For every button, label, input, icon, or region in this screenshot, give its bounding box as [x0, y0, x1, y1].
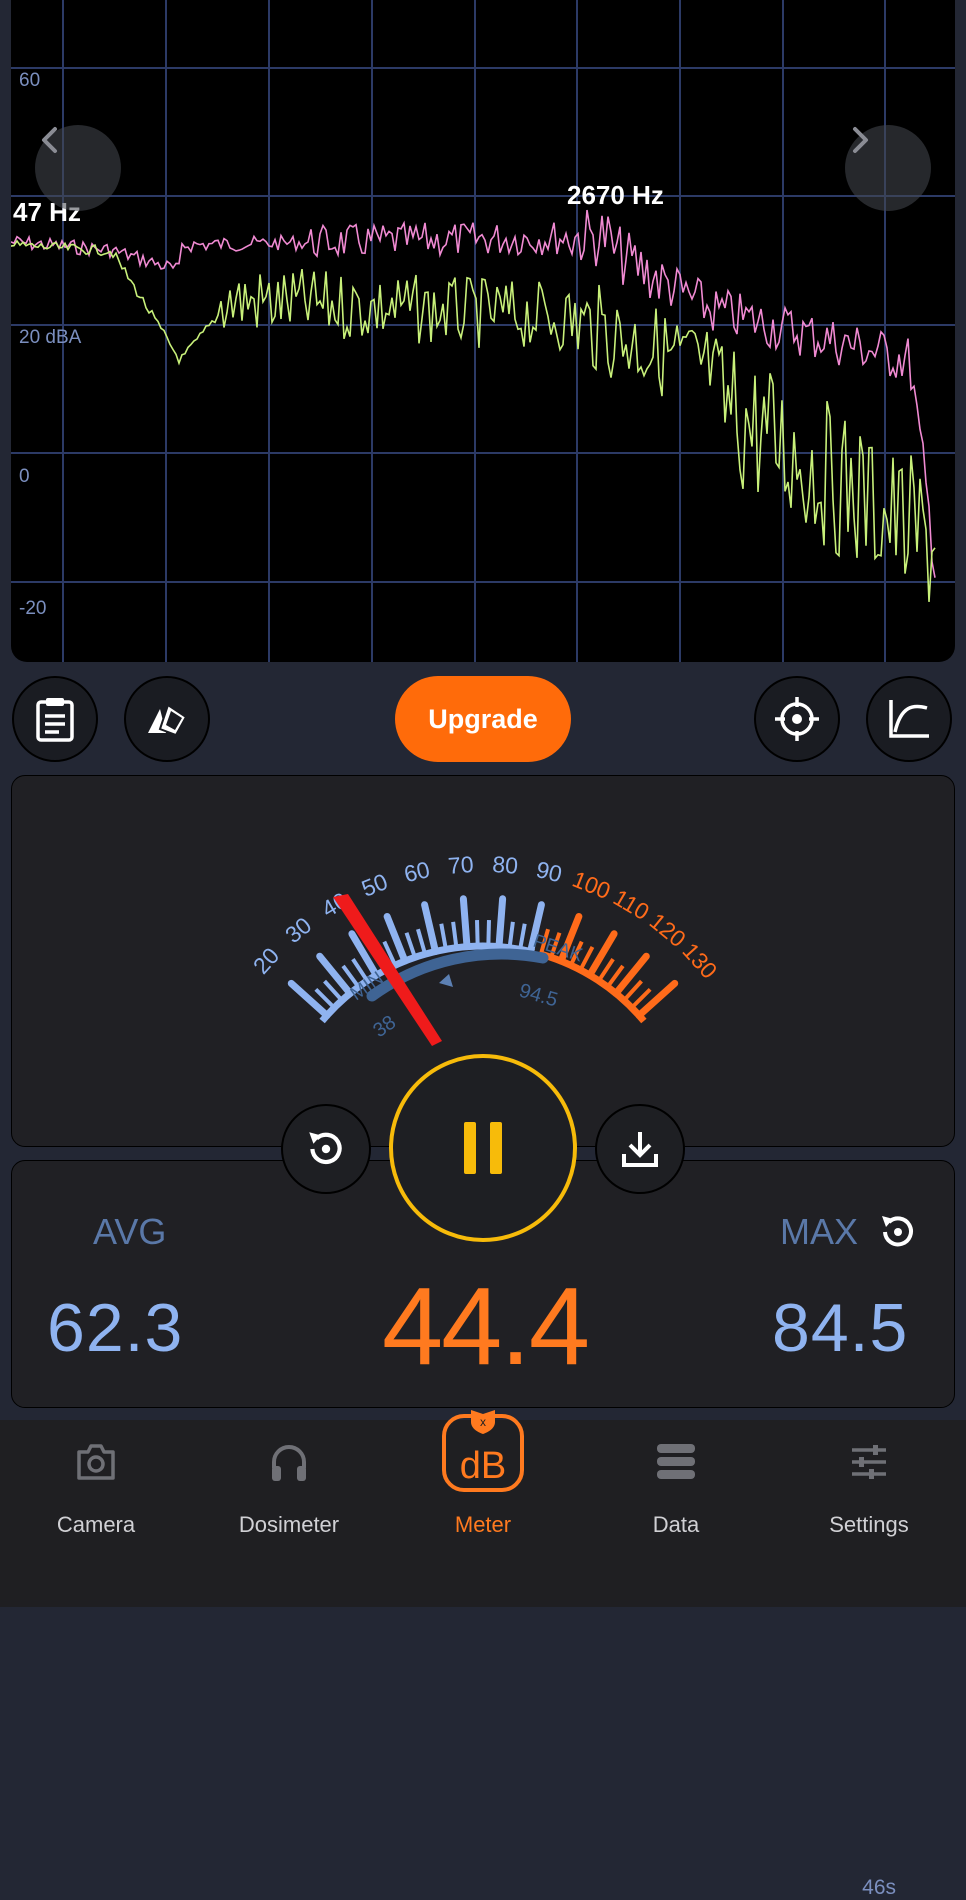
tab-label: Dosimeter [238, 1512, 340, 1537]
average-marker [439, 974, 453, 987]
gauge-tick-label: 60 [401, 856, 432, 887]
tab-camera[interactable]: Camera [16, 1420, 176, 1570]
chart-icon [889, 700, 929, 738]
reset-max-button[interactable] [877, 1211, 919, 1258]
gauge-tick-label: 70 [447, 851, 474, 879]
elapsed-time: 46s [862, 1876, 896, 1899]
gauge-major-tick [316, 952, 354, 997]
crosshair-icon [775, 697, 819, 741]
gauge-major-tick [459, 895, 471, 951]
headphones-icon [272, 1445, 306, 1481]
chevron-left-icon [42, 127, 57, 153]
gauge-major-tick [421, 901, 439, 955]
cards-icon [148, 703, 188, 737]
upgrade-button[interactable]: Upgrade [395, 676, 571, 762]
save-button[interactable] [595, 1104, 685, 1194]
graph-mode-button[interactable] [866, 676, 952, 762]
previous-button[interactable] [35, 125, 121, 211]
spectrum-chart: 60 20 dBA 0 -20 47 Hz 2670 Hz [11, 0, 955, 662]
spectrum-grid [11, 0, 955, 662]
gauge-tick-label: 90 [534, 856, 565, 887]
gauge-tick-label: 130 [677, 938, 722, 984]
svg-text:x: x [480, 1415, 486, 1429]
gauge-tick-label: 20 [248, 942, 284, 978]
gauge-minor-tick [486, 920, 491, 947]
gauge-tick-label: 50 [358, 868, 391, 902]
gauge-tick-label: 30 [280, 912, 316, 948]
y-label-0: 0 [19, 466, 30, 487]
gauge-major-tick [635, 979, 679, 1019]
tab-data[interactable]: Data [596, 1420, 756, 1570]
db-meter-icon: x dB [442, 1410, 524, 1492]
gauge-major-tick [495, 895, 507, 951]
gauge-tick-label: 110 [609, 884, 654, 925]
peak-frequency-label: 2670 Hz [567, 180, 664, 210]
reset-icon [882, 1216, 913, 1247]
gauge-tick-label: 100 [569, 866, 614, 904]
chevron-right-icon [853, 127, 868, 153]
tab-label: Settings [829, 1512, 909, 1537]
current-level: 44.4 [381, 1265, 590, 1388]
live-trace [11, 239, 936, 602]
gauge-major-tick [612, 952, 650, 997]
avg-label: AVG [93, 1211, 167, 1252]
gauge-minor-tick [404, 932, 417, 958]
download-icon [622, 1132, 658, 1167]
gauge-minor-tick [439, 923, 448, 950]
tab-settings[interactable]: Settings [789, 1420, 949, 1570]
gauge-tick-label: 120 [645, 908, 691, 952]
y-label-minus20: -20 [19, 598, 47, 619]
peak-value: 94.5 [517, 980, 560, 1012]
y-label-20: 20 dBA [19, 327, 82, 348]
pause-button[interactable] [389, 1054, 577, 1242]
pause-icon [464, 1122, 502, 1174]
reset-icon [309, 1132, 342, 1165]
tab-dosimeter[interactable]: Dosimeter [209, 1420, 369, 1570]
gauge-major-tick [287, 979, 331, 1019]
camera-icon [77, 1444, 115, 1480]
gauge-major-tick [586, 930, 618, 979]
tab-label: Camera [56, 1512, 136, 1537]
sliders-icon [852, 1445, 886, 1479]
min-value: 38 [369, 1011, 400, 1042]
gauge-minor-tick [518, 923, 527, 950]
gauge-minor-tick [507, 921, 515, 948]
tab-label: Data [652, 1512, 700, 1537]
gauge-tick-label: 80 [491, 851, 518, 879]
clipboard-icon [36, 698, 74, 742]
calibrate-button[interactable] [754, 676, 840, 762]
tab-label: Meter [454, 1512, 512, 1537]
weighting-button[interactable] [124, 676, 210, 762]
database-icon [657, 1444, 695, 1479]
report-button[interactable] [12, 676, 98, 762]
avg-value: 62.3 [47, 1290, 184, 1366]
peak-trace [11, 209, 936, 578]
max-value: 84.5 [772, 1290, 909, 1366]
next-button[interactable] [845, 125, 931, 211]
reset-button[interactable] [281, 1104, 371, 1194]
gauge-minor-tick [451, 921, 459, 948]
tab-bar: Camera Dosimeter x dB Meter Data Setting… [0, 1410, 966, 1607]
gauge-minor-tick [416, 928, 428, 955]
svg-text:dB: dB [460, 1445, 506, 1487]
tab-meter[interactable]: x dB Meter [403, 1410, 563, 1570]
max-label: MAX [780, 1211, 859, 1252]
gauge-tick-labels: 20304050 60 70 80 90 100110120130 [248, 851, 723, 984]
gauge-minor-tick [475, 920, 480, 947]
y-label-60: 60 [19, 70, 41, 91]
